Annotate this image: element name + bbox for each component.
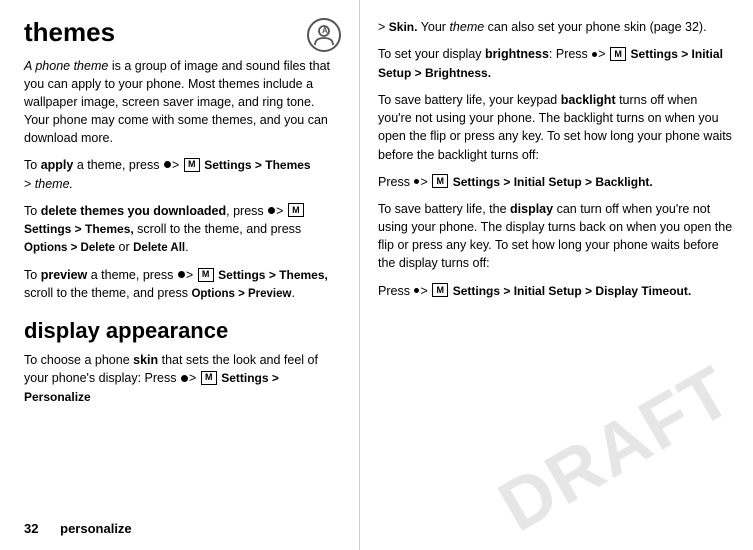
backlight-para: To save battery life, your keypad backli… <box>378 91 733 164</box>
bullet-sym-skin <box>181 375 188 382</box>
left-column: A themes A phone theme A phone theme is … <box>0 0 360 550</box>
heading-themes: themes <box>24 18 341 47</box>
theme-icon-area: A <box>307 18 343 54</box>
brightness-para: To set your display brightness: Press > … <box>378 45 733 82</box>
preview-para: To preview a theme, press > M Settings >… <box>24 266 341 303</box>
page-footer: 32 personalize <box>24 521 132 536</box>
settings-icon-display: M <box>432 283 448 297</box>
page-label: personalize <box>60 521 132 536</box>
backlight-press-para: Press > M Settings > Initial Setup > Bac… <box>378 173 733 191</box>
bullet-sym-backlight <box>414 179 419 184</box>
heading-display: display appearance <box>24 319 341 343</box>
settings-icon-skin: M <box>201 371 217 385</box>
draft-watermark: DRAFT <box>486 350 747 548</box>
bullet-sym-delete <box>268 207 275 214</box>
bullet-sym-brightness <box>592 52 597 57</box>
settings-icon-backlight: M <box>432 174 448 188</box>
person-icon: A <box>307 18 341 52</box>
skin-para: To choose a phone skin that sets the loo… <box>24 351 341 406</box>
settings-icon-brightness: M <box>610 47 626 61</box>
apply-para: To apply a theme, press > M Settings > T… <box>24 156 341 193</box>
settings-icon-apply: M <box>184 158 200 172</box>
svg-text:A: A <box>322 26 328 35</box>
right-column: DRAFT > Skin. Your theme can also set yo… <box>360 0 753 550</box>
settings-icon-delete: M <box>288 203 304 217</box>
page-number: 32 <box>24 521 38 536</box>
themes-intro: A phone theme A phone theme is a group o… <box>24 57 341 148</box>
bullet-sym-apply <box>164 161 171 168</box>
settings-icon-preview: M <box>198 268 214 282</box>
bullet-sym-preview <box>178 271 185 278</box>
skin-suffix-para: > Skin. Your theme can also set your pho… <box>378 18 733 36</box>
delete-para: To delete themes you downloaded, press >… <box>24 202 341 257</box>
bullet-sym-display <box>414 288 419 293</box>
display-press-para: Press > M Settings > Initial Setup > Dis… <box>378 282 733 300</box>
display-para: To save battery life, the display can tu… <box>378 200 733 273</box>
